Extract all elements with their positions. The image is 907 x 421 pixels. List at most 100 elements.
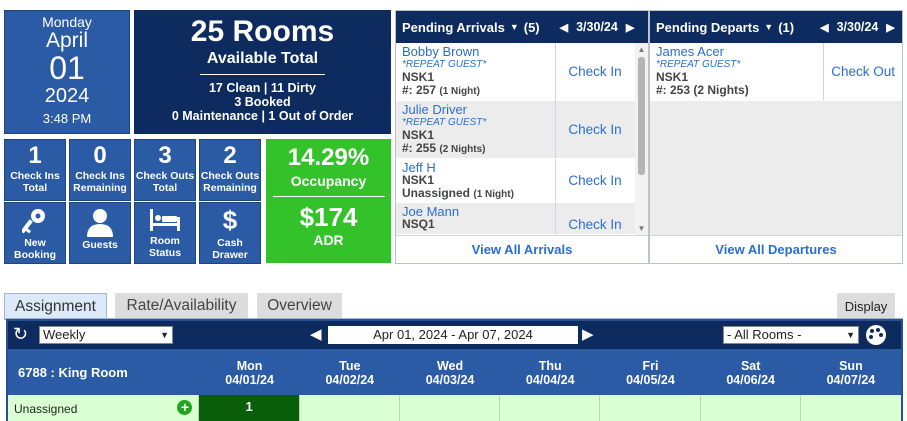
day-date: 04/06/24: [726, 373, 776, 387]
departs-count: (1): [778, 19, 795, 35]
check-ins-remaining-tile[interactable]: 0 Check Ins Remaining: [69, 139, 131, 201]
rooms-summary-tile[interactable]: 25 Rooms Available Total 17 Clean | 11 D…: [134, 10, 391, 134]
day-date: 04/05/24: [626, 373, 675, 387]
check-in-button[interactable]: Check In: [556, 43, 634, 100]
stat-value: 1: [28, 142, 42, 169]
calendar-toolbar: ↻ Weekly ▼ ◀ Apr 01, 2024 - Apr 07, 2024…: [8, 321, 901, 349]
room-number: Unassigned (1 Night): [402, 187, 555, 201]
check-in-button[interactable]: Check In: [556, 159, 634, 202]
occupancy-tile: 14.29% Occupancy $174 ADR: [266, 139, 391, 263]
departure-row: James Acer *REPEAT GUEST* NSK1 #: 253 (2…: [650, 43, 902, 101]
chevron-down-icon[interactable]: ▼: [764, 22, 773, 32]
unassigned-count-cell[interactable]: [500, 395, 601, 421]
display-button[interactable]: Display: [837, 293, 895, 319]
unassigned-count-cell[interactable]: [400, 395, 501, 421]
person-icon: [87, 209, 113, 237]
view-select[interactable]: Weekly ▼: [39, 326, 173, 344]
unassigned-count-cell[interactable]: [300, 395, 400, 421]
tab-assignment[interactable]: Assignment: [4, 293, 107, 319]
unassigned-count-cell[interactable]: [600, 395, 701, 421]
day-date: 04/04/24: [525, 373, 575, 387]
day-name: Wed: [436, 359, 464, 373]
scroll-down-icon[interactable]: ▼: [635, 224, 648, 233]
stat-label: Check Ins Total: [10, 170, 60, 194]
tab-rate-availability[interactable]: Rate/Availability: [115, 293, 248, 319]
view-all-departures-link[interactable]: View All Departures: [650, 235, 902, 263]
departs-header: Pending Departs ▼ (1) ◀ 3/30/24 ▶: [650, 11, 902, 43]
next-date-icon[interactable]: ▶: [886, 21, 894, 34]
check-outs-total-tile[interactable]: 3 Check Outs Total: [134, 139, 196, 201]
day-name: Thu: [538, 359, 562, 373]
check-outs-remaining-tile[interactable]: 2 Check Outs Remaining: [199, 139, 261, 201]
guest-info: Joe Mann NSQ1: [396, 203, 556, 234]
guest-info: James Acer *REPEAT GUEST* NSK1 #: 253 (2…: [650, 43, 825, 100]
arrival-row: Bobby Brown *REPEAT GUEST* NSK1 #: 257 (…: [396, 43, 648, 101]
scroll-thumb[interactable]: [638, 57, 645, 175]
unassigned-count-cell[interactable]: [801, 395, 901, 421]
guest-info: Bobby Brown *REPEAT GUEST* NSK1 #: 257 (…: [396, 43, 556, 100]
room-status-button[interactable]: Room Status: [134, 202, 196, 264]
day-header: Tue 04/02/24: [300, 349, 400, 395]
new-booking-button[interactable]: New Booking: [4, 202, 66, 264]
check-out-button[interactable]: Check Out: [824, 43, 902, 100]
guest-info: Julie Driver *REPEAT GUEST* NSK1 #: 255 …: [396, 101, 556, 158]
departs-title[interactable]: Pending Departs: [656, 20, 759, 35]
prev-date-icon[interactable]: ◀: [820, 21, 828, 34]
occupancy-label: Occupancy: [290, 173, 367, 189]
date-range-field[interactable]: Apr 01, 2024 - Apr 07, 2024: [328, 326, 578, 344]
unassigned-count-cell[interactable]: 1: [199, 395, 300, 421]
dollar-icon: $: [222, 205, 238, 235]
arrivals-title[interactable]: Pending Arrivals: [402, 20, 505, 35]
stat-value: 2: [223, 142, 237, 169]
guest-name[interactable]: Bobby Brown: [402, 45, 555, 58]
cash-drawer-button[interactable]: $ Cash Drawer: [199, 202, 261, 264]
nights: (1 Night): [473, 189, 514, 200]
guests-button[interactable]: Guests: [69, 202, 131, 264]
day-header: Sun 04/07/24: [801, 349, 901, 395]
adr-value: $174: [299, 202, 358, 232]
arrivals-scrollbar[interactable]: ▲ ▼: [635, 43, 648, 235]
day-header: Mon 04/01/24: [199, 349, 299, 395]
unassigned-count-cell[interactable]: [701, 395, 801, 421]
day-name: Sat: [740, 359, 761, 373]
refresh-icon[interactable]: ↻: [13, 325, 28, 343]
action-label: Cash Drawer: [212, 237, 248, 261]
arrival-row: Joe Mann NSQ1 Check In: [396, 203, 648, 235]
chevron-down-icon: ▼: [846, 330, 855, 340]
action-label: New Booking: [14, 237, 56, 261]
day: 01: [49, 50, 85, 86]
rate-code: NSQ1: [402, 217, 435, 231]
view-all-arrivals-link[interactable]: View All Arrivals: [396, 235, 648, 263]
scroll-up-icon[interactable]: ▲: [635, 43, 648, 55]
nights: (1 Night): [439, 86, 480, 97]
check-in-button[interactable]: Check In: [556, 101, 634, 158]
tab-overview[interactable]: Overview: [257, 293, 342, 319]
guest-name[interactable]: James Acer: [656, 45, 823, 58]
assignment-calendar: ↻ Weekly ▼ ◀ Apr 01, 2024 - Apr 07, 2024…: [6, 319, 903, 421]
prev-week-icon[interactable]: ◀: [310, 325, 322, 343]
rooms-headline: 25 Rooms: [190, 15, 335, 48]
arrivals-header: Pending Arrivals ▼ (5) ◀ 3/30/24 ▶: [396, 11, 648, 43]
day-header: Wed 04/03/24: [400, 349, 500, 395]
divider: [200, 74, 325, 75]
action-label: Guests: [82, 239, 118, 251]
year: 2024: [44, 85, 90, 107]
check-in-button[interactable]: Check In: [556, 203, 634, 234]
room-value: #: 257: [402, 83, 437, 97]
day-name: Mon: [236, 359, 263, 373]
rooms-subhead: Available Total: [206, 50, 319, 67]
next-week-icon[interactable]: ▶: [582, 325, 594, 343]
day-date: 04/03/24: [425, 373, 475, 387]
stat-label: Check Ins Remaining: [73, 170, 127, 194]
rooms-select[interactable]: - All Rooms - ▼: [723, 326, 859, 344]
guest-name[interactable]: Julie Driver: [402, 103, 555, 116]
palette-icon[interactable]: [866, 325, 886, 345]
next-date-icon[interactable]: ▶: [626, 21, 634, 34]
stat-label: Check Outs Remaining: [200, 170, 260, 194]
arrivals-count: (5): [523, 19, 540, 35]
check-ins-total-tile[interactable]: 1 Check Ins Total: [4, 139, 66, 201]
prev-date-icon[interactable]: ◀: [560, 21, 568, 34]
chevron-down-icon[interactable]: ▼: [510, 22, 519, 32]
calendar-header: 6788 : King Room Mon 04/01/24 Tue 04/02/24…: [8, 349, 901, 395]
add-circle-icon[interactable]: +: [177, 400, 193, 415]
